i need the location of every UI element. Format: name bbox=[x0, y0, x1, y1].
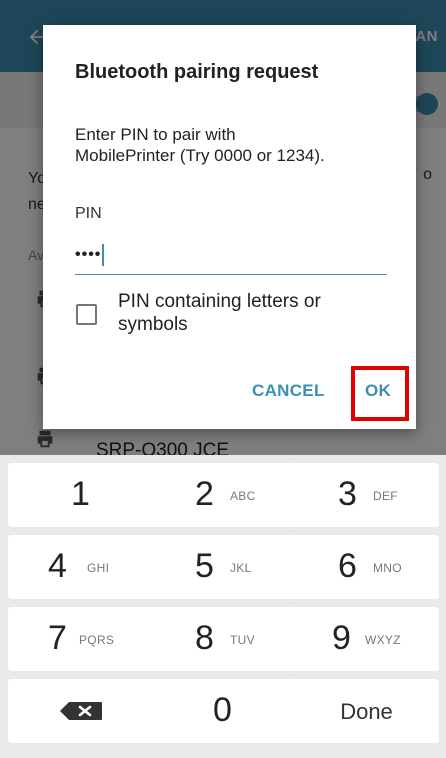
key-2[interactable]: 2 ABC bbox=[151, 463, 296, 527]
dialog-message: Enter PIN to pair with MobilePrinter (Tr… bbox=[75, 125, 325, 165]
text-cursor bbox=[102, 244, 105, 266]
key-letters: JKL bbox=[230, 561, 252, 575]
key-digit: 9 bbox=[332, 619, 351, 657]
key-7[interactable]: 7 PQRS bbox=[8, 607, 153, 671]
key-5[interactable]: 5 JKL bbox=[151, 535, 296, 599]
numeric-keypad: 1 2 ABC 3 DEF 4 GHI 5 JKL 6 MNO 7 PQRS 8… bbox=[0, 455, 446, 758]
key-digit: 4 bbox=[48, 547, 67, 585]
pin-letters-option[interactable]: PIN containing letters or symbols bbox=[73, 290, 393, 342]
ok-button-highlight-box bbox=[351, 366, 409, 421]
key-digit: 0 bbox=[213, 691, 232, 729]
key-backspace[interactable] bbox=[8, 679, 153, 743]
key-0[interactable]: 0 bbox=[151, 679, 296, 743]
key-letters: WXYZ bbox=[365, 633, 401, 647]
key-4[interactable]: 4 GHI bbox=[8, 535, 153, 599]
key-digit: 8 bbox=[195, 619, 214, 657]
cancel-button[interactable]: CANCEL bbox=[252, 381, 325, 401]
pin-input[interactable]: •••• bbox=[75, 240, 387, 275]
dialog-title: Bluetooth pairing request bbox=[75, 61, 319, 83]
key-digit: 6 bbox=[338, 547, 357, 585]
key-letters: MNO bbox=[373, 561, 402, 575]
pin-letters-checkbox[interactable] bbox=[76, 304, 97, 325]
pin-label: PIN bbox=[75, 205, 102, 222]
key-digit: 2 bbox=[195, 475, 214, 513]
pin-value: •••• bbox=[75, 246, 102, 264]
backspace-icon bbox=[60, 702, 102, 720]
key-digit: 5 bbox=[195, 547, 214, 585]
done-key[interactable]: Done bbox=[294, 679, 439, 743]
key-letters: DEF bbox=[373, 489, 398, 503]
key-9[interactable]: 9 WXYZ bbox=[294, 607, 439, 671]
key-3[interactable]: 3 DEF bbox=[294, 463, 439, 527]
key-digit: 3 bbox=[338, 475, 357, 513]
key-letters: PQRS bbox=[79, 633, 115, 647]
key-digit: 7 bbox=[48, 619, 67, 657]
key-letters: ABC bbox=[230, 489, 256, 503]
key-letters: GHI bbox=[87, 561, 110, 575]
key-8[interactable]: 8 TUV bbox=[151, 607, 296, 671]
key-1[interactable]: 1 bbox=[8, 463, 153, 527]
key-letters: TUV bbox=[230, 633, 255, 647]
done-label: Done bbox=[340, 699, 393, 724]
key-6[interactable]: 6 MNO bbox=[294, 535, 439, 599]
key-digit: 1 bbox=[71, 475, 90, 513]
pin-letters-label: PIN containing letters or symbols bbox=[118, 291, 321, 335]
